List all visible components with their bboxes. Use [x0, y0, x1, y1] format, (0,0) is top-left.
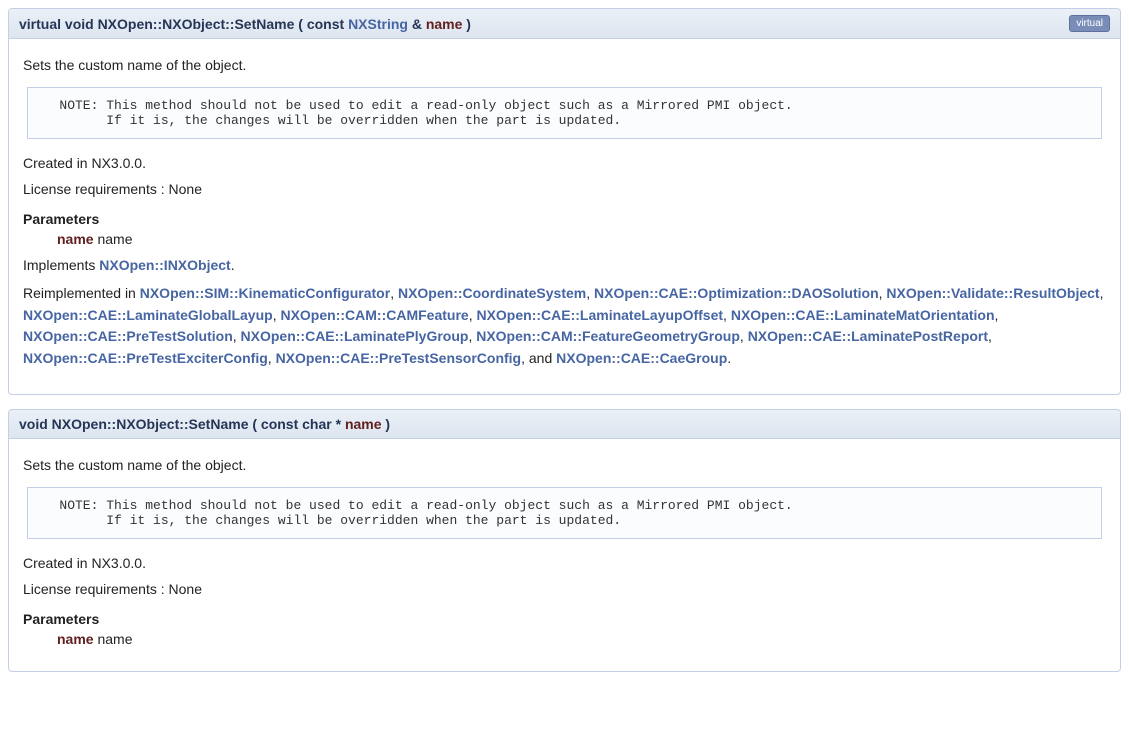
reimpl-link[interactable]: NXOpen::CoordinateSystem — [398, 285, 586, 301]
param-row: name name — [57, 631, 1106, 647]
method-header: virtual void NXOpen::NXObject::SetName (… — [9, 9, 1120, 39]
note-box: NOTE: This method should not be used to … — [27, 487, 1102, 539]
reimpl-link[interactable]: NXOpen::CAM::FeatureGeometryGroup — [476, 328, 740, 344]
description: Sets the custom name of the object. — [23, 57, 1106, 73]
implements-suffix: . — [231, 257, 235, 273]
created-in: Created in NX3.0.0. — [23, 155, 1106, 171]
reimpl-link[interactable]: NXOpen::Validate::ResultObject — [886, 285, 1099, 301]
separator-and: , and — [521, 350, 556, 366]
reimplemented-line: Reimplemented in NXOpen::SIM::KinematicC… — [23, 283, 1106, 370]
sig-suffix: ) — [382, 416, 391, 432]
method-body: Sets the custom name of the object. NOTE… — [9, 439, 1120, 671]
virtual-badge: virtual — [1069, 15, 1110, 32]
separator: , — [390, 285, 398, 301]
implements-line: Implements NXOpen::INXObject. — [23, 257, 1106, 273]
reimpl-link[interactable]: NXOpen::CAE::PreTestSolution — [23, 328, 233, 344]
reimpl-list: NXOpen::SIM::KinematicConfigurator, NXOp… — [23, 285, 1103, 366]
method-signature: void NXOpen::NXObject::SetName ( const c… — [19, 416, 1110, 432]
sig-mid: & — [408, 16, 426, 32]
reimpl-link[interactable]: NXOpen::CAE::LaminateMatOrientation — [731, 307, 995, 323]
method-header: void NXOpen::NXObject::SetName ( const c… — [9, 410, 1120, 439]
description: Sets the custom name of the object. — [23, 457, 1106, 473]
reimpl-link[interactable]: NXOpen::CAE::PreTestExciterConfig — [23, 350, 268, 366]
param-row: name name — [57, 231, 1106, 247]
params-label: Parameters — [23, 611, 1106, 627]
method-block-setname-char: void NXOpen::NXObject::SetName ( const c… — [8, 409, 1121, 672]
reimpl-link[interactable]: NXOpen::CAE::LaminatePostReport — [748, 328, 988, 344]
separator: , — [586, 285, 594, 301]
param-name: name — [57, 231, 94, 247]
separator: , — [988, 328, 992, 344]
method-block-setname-nxstring: virtual void NXOpen::NXObject::SetName (… — [8, 8, 1121, 395]
separator: , — [723, 307, 731, 323]
reimpl-link[interactable]: NXOpen::CAE::LaminateGlobalLayup — [23, 307, 273, 323]
separator: , — [1100, 285, 1104, 301]
sig-param-name: name — [426, 16, 463, 32]
license-req: License requirements : None — [23, 581, 1106, 597]
reimpl-prefix: Reimplemented in — [23, 285, 140, 301]
reimpl-suffix: . — [727, 350, 731, 366]
params-label: Parameters — [23, 211, 1106, 227]
method-signature: virtual void NXOpen::NXObject::SetName (… — [19, 16, 1069, 32]
sig-param-name: name — [345, 416, 382, 432]
reimpl-link[interactable]: NXOpen::CAE::PreTestSensorConfig — [276, 350, 522, 366]
param-name: name — [57, 631, 94, 647]
reimpl-link[interactable]: NXOpen::CAE::CaeGroup — [556, 350, 727, 366]
param-desc: name — [97, 631, 132, 647]
reimpl-link[interactable]: NXOpen::CAM::CAMFeature — [280, 307, 468, 323]
reimpl-link[interactable]: NXOpen::CAE::LaminatePlyGroup — [241, 328, 469, 344]
separator: , — [740, 328, 748, 344]
type-link-nxstring[interactable]: NXString — [348, 16, 408, 32]
separator: , — [268, 350, 276, 366]
reimpl-link[interactable]: NXOpen::CAE::LaminateLayupOffset — [476, 307, 723, 323]
note-box: NOTE: This method should not be used to … — [27, 87, 1102, 139]
implements-prefix: Implements — [23, 257, 99, 273]
created-in: Created in NX3.0.0. — [23, 555, 1106, 571]
sig-suffix: ) — [462, 16, 471, 32]
method-body: Sets the custom name of the object. NOTE… — [9, 39, 1120, 394]
license-req: License requirements : None — [23, 181, 1106, 197]
implements-link[interactable]: NXOpen::INXObject — [99, 257, 230, 273]
param-desc: name — [97, 231, 132, 247]
reimpl-link[interactable]: NXOpen::SIM::KinematicConfigurator — [140, 285, 390, 301]
reimpl-link[interactable]: NXOpen::CAE::Optimization::DAOSolution — [594, 285, 879, 301]
sig-prefix: virtual void NXOpen::NXObject::SetName (… — [19, 16, 348, 32]
separator: , — [995, 307, 999, 323]
sig-prefix: void NXOpen::NXObject::SetName ( const c… — [19, 416, 345, 432]
separator: , — [233, 328, 241, 344]
